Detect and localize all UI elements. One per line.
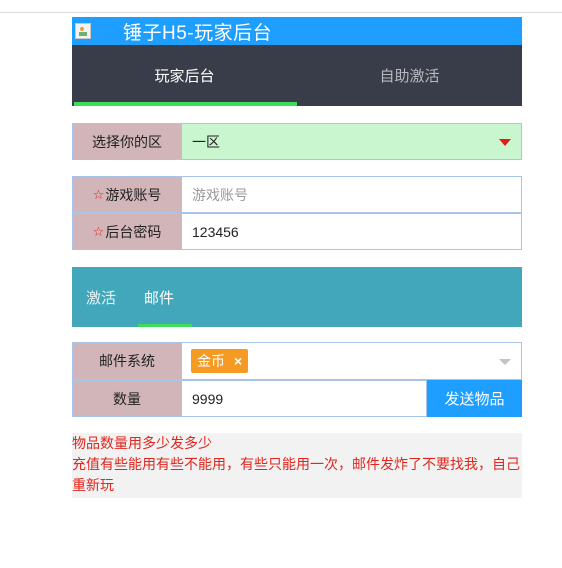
caret-down-icon xyxy=(499,359,511,365)
selected-item-tag: 金币 × xyxy=(191,349,249,373)
send-item-button[interactable]: 发送物品 xyxy=(427,380,522,417)
tag-label: 金币 xyxy=(197,353,225,369)
password-row: ☆ 后台密码 123456 xyxy=(72,213,522,250)
password-label: ☆ 后台密码 xyxy=(72,213,182,250)
top-divider xyxy=(0,12,562,13)
close-icon[interactable]: × xyxy=(234,353,242,369)
quantity-input[interactable]: 9999 xyxy=(182,380,427,417)
notice-line-1: 物品数量用多少发多少 xyxy=(72,435,212,451)
tab-label: 自助激活 xyxy=(379,68,440,85)
account-row: ☆ 游戏账号 游戏账号 xyxy=(72,176,522,213)
password-value: 123456 xyxy=(192,223,239,240)
tab-label: 邮件 xyxy=(144,289,175,307)
notice-box: 物品数量用多少发多少 充值有些能用有些不能用，有些只能用一次，邮件发炸了不要找我… xyxy=(72,433,522,498)
tab-activate[interactable]: 激活 xyxy=(78,267,124,327)
mail-system-label: 邮件系统 xyxy=(72,342,182,380)
account-input[interactable]: 游戏账号 xyxy=(182,176,522,213)
account-placeholder: 游戏账号 xyxy=(192,186,248,203)
tab-label: 玩家后台 xyxy=(154,68,215,85)
tab-self-activation[interactable]: 自助激活 xyxy=(297,45,522,106)
tab-player-backend[interactable]: 玩家后台 xyxy=(72,45,297,106)
server-selected-value: 一区 xyxy=(192,133,220,150)
main-tab-bar: 玩家后台 自助激活 xyxy=(72,45,522,106)
account-label-text: 游戏账号 xyxy=(105,186,162,203)
notice-line-2: 充值有些能用有些不能用，有些只能用一次，邮件发炸了不要找我，自己重新玩 xyxy=(72,456,520,493)
sub-tab-bar: 激活 邮件 xyxy=(72,267,522,327)
server-label: 选择你的区 xyxy=(72,123,182,160)
app-container: 锤子H5-玩家后台 玩家后台 自助激活 选择你的区 一区 ☆ 游戏账号 游戏账号 … xyxy=(72,17,522,498)
star-icon: ☆ xyxy=(92,186,105,202)
password-label-text: 后台密码 xyxy=(105,223,162,240)
quantity-value: 9999 xyxy=(192,390,224,407)
quantity-row: 数量 9999 发送物品 xyxy=(72,380,522,417)
mail-system-row: 邮件系统 金币 × xyxy=(72,342,522,380)
tab-mail[interactable]: 邮件 xyxy=(136,267,193,327)
server-select[interactable]: 一区 xyxy=(182,123,522,160)
header-bar: 锤子H5-玩家后台 xyxy=(72,17,522,45)
broken-image-icon xyxy=(75,23,91,39)
password-input[interactable]: 123456 xyxy=(182,213,522,250)
quantity-label: 数量 xyxy=(72,380,182,417)
server-select-row: 选择你的区 一区 xyxy=(72,123,522,160)
account-label: ☆ 游戏账号 xyxy=(72,176,182,213)
page-title: 锤子H5-玩家后台 xyxy=(123,22,273,44)
star-icon: ☆ xyxy=(92,223,105,239)
mail-item-select[interactable]: 金币 × xyxy=(182,342,522,380)
caret-down-icon xyxy=(499,139,511,146)
tab-label: 激活 xyxy=(86,289,117,307)
